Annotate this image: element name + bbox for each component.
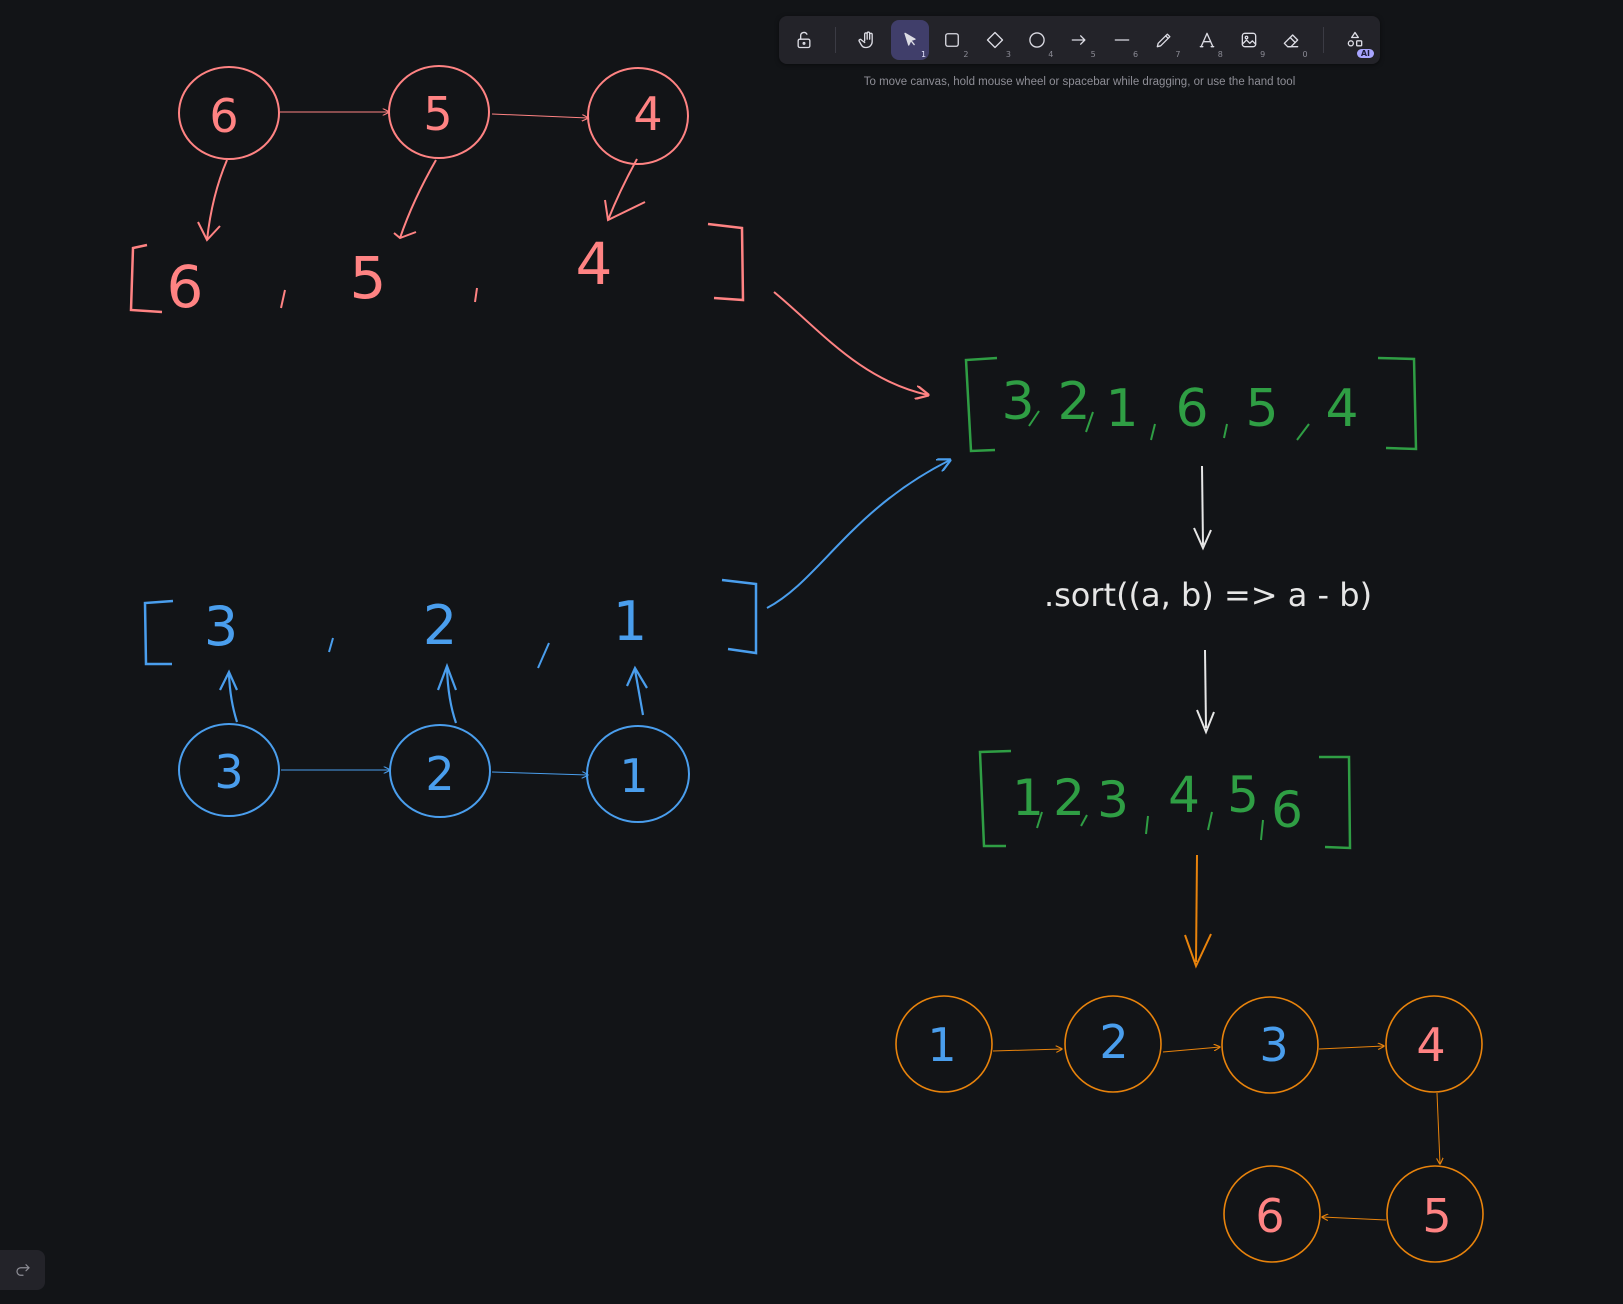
tool-shortcut-key: 9 xyxy=(1260,50,1266,59)
tool-shortcut-key: 6 xyxy=(1132,50,1139,59)
arrow-tool-button[interactable]: 5 xyxy=(1060,20,1098,60)
text-icon xyxy=(1199,32,1214,48)
tool-shortcut-key: 5 xyxy=(1090,50,1096,59)
result-node-value: 6 xyxy=(1255,1189,1284,1243)
eraser-tool-button[interactable]: 0 xyxy=(1272,20,1310,60)
blue-array-right-bracket[interactable] xyxy=(721,578,758,655)
tool-shortcut-key: 4 xyxy=(1048,50,1054,59)
sort-down-arrow[interactable] xyxy=(1201,465,1204,546)
line-icon xyxy=(1114,39,1130,41)
blue-array-value: 1 xyxy=(613,590,647,653)
sorted-array-value: 4 xyxy=(1168,766,1200,824)
merged-array-value: 6 xyxy=(1175,379,1208,439)
to-list-arrow[interactable] xyxy=(1195,854,1198,963)
blue-merge-arrow[interactable] xyxy=(766,460,950,609)
sorted-array-left-bracket[interactable] xyxy=(978,749,1012,848)
canvas-hint: To move canvas, hold mouse wheel or spac… xyxy=(863,76,1296,88)
toolbar-separator xyxy=(1322,27,1324,53)
eraser-icon xyxy=(1284,34,1299,48)
lock-tool-button[interactable] xyxy=(785,20,823,60)
sort-call-text: .sort((a, b) => a - b) xyxy=(1044,576,1372,614)
blue-array-left-bracket[interactable] xyxy=(143,599,174,666)
result-node-value: 1 xyxy=(927,1018,956,1072)
sorted-array-value: 2 xyxy=(1053,769,1085,827)
rectangle-icon xyxy=(945,33,960,47)
result-link-arrow[interactable] xyxy=(1322,1217,1387,1220)
sorted-array-values: 1 2 3 4 5 6 xyxy=(1012,766,1303,839)
result-link-arrow[interactable] xyxy=(1162,1047,1220,1053)
tool-shortcut-key: 7 xyxy=(1175,50,1181,59)
blue-node-value: 3 xyxy=(214,745,243,799)
blue-array-value: 3 xyxy=(204,595,238,658)
tool-shortcut-key: 0 xyxy=(1302,50,1308,59)
tool-shortcut-key: 1 xyxy=(921,50,927,59)
tool-shortcut-key: 2 xyxy=(963,50,969,59)
merged-array-left-bracket[interactable] xyxy=(964,356,998,453)
red-node-value: 5 xyxy=(423,87,452,141)
merged-array-value: 5 xyxy=(1245,379,1278,439)
result-node-value: 2 xyxy=(1099,1015,1128,1069)
ellipse-tool-button[interactable]: 4 xyxy=(1018,20,1056,60)
result-link-arrow[interactable] xyxy=(992,1049,1062,1051)
sorted-array-value: 5 xyxy=(1227,766,1259,824)
toolbar-separator xyxy=(835,27,837,53)
red-array-right-bracket[interactable] xyxy=(707,222,745,302)
red-array-left-bracket[interactable] xyxy=(129,243,163,314)
red-down-arrow[interactable] xyxy=(399,159,437,239)
result-node-value: 3 xyxy=(1259,1018,1288,1072)
sorted-array-right-bracket[interactable] xyxy=(1319,755,1352,850)
ellipse-icon xyxy=(1029,32,1045,48)
lock-icon xyxy=(797,31,811,49)
pencil-icon xyxy=(1156,33,1171,48)
blue-node-value: 1 xyxy=(619,749,648,803)
line-tool-button[interactable]: 6 xyxy=(1103,20,1141,60)
red-array-value: 4 xyxy=(576,230,613,298)
pencil-tool-button[interactable]: 7 xyxy=(1145,20,1183,60)
tool-shortcut-key: 3 xyxy=(1005,50,1011,59)
red-link-arrow[interactable] xyxy=(491,113,588,118)
result-node-value: 5 xyxy=(1422,1189,1451,1243)
merged-array-value: 2 xyxy=(1057,372,1090,432)
red-node-value: 4 xyxy=(633,87,662,141)
blue-array-value: 2 xyxy=(423,594,457,657)
merged-array-value: 3 xyxy=(1001,372,1034,432)
sorted-array-value: 6 xyxy=(1271,781,1303,839)
rectangle-tool-button[interactable]: 2 xyxy=(933,20,971,60)
blue-link-arrow[interactable] xyxy=(491,772,588,775)
diamond-icon xyxy=(986,31,1003,49)
result-linked-list[interactable] xyxy=(895,854,1484,1263)
selection-icon xyxy=(904,32,916,46)
hand-icon xyxy=(857,31,873,49)
selection-tool-button[interactable]: 1 xyxy=(890,20,930,60)
merged-array-value: 1 xyxy=(1105,379,1138,439)
image-tool-button[interactable]: 9 xyxy=(1230,20,1268,60)
sort-down-arrow[interactable] xyxy=(1204,649,1207,729)
red-array-value: 6 xyxy=(167,253,204,321)
red-merge-arrow[interactable] xyxy=(773,291,928,395)
tool-shortcut-key: 8 xyxy=(1217,50,1223,59)
sorted-array-value: 3 xyxy=(1097,771,1129,829)
shapes-library-icon xyxy=(1347,31,1363,47)
redo-icon xyxy=(15,1264,30,1276)
result-link-arrow[interactable] xyxy=(1437,1092,1440,1164)
redo-button[interactable] xyxy=(0,1250,45,1290)
red-node-value: 6 xyxy=(209,89,238,143)
result-node-value: 4 xyxy=(1416,1018,1445,1072)
image-icon xyxy=(1241,32,1257,48)
arrow-icon xyxy=(1072,35,1086,45)
hand-tool-button[interactable] xyxy=(848,20,886,60)
result-link-arrow[interactable] xyxy=(1318,1046,1384,1049)
diamond-tool-button[interactable]: 3 xyxy=(976,20,1014,60)
merged-array-right-bracket[interactable] xyxy=(1377,356,1418,451)
merged-array-value: 4 xyxy=(1325,379,1358,439)
toolbar: 1 2 3 4 5 6 7 8 9 0 AI xyxy=(779,16,1380,64)
red-down-arrow[interactable] xyxy=(607,158,638,221)
red-array-value: 5 xyxy=(350,244,387,312)
blue-node-value: 2 xyxy=(425,747,454,801)
red-array[interactable] xyxy=(129,222,745,314)
shapes-library-button[interactable]: AI xyxy=(1336,20,1374,60)
text-tool-button[interactable]: 8 xyxy=(1187,20,1225,60)
drawing-canvas[interactable]: 6 5 4 6 5 4 3 2 1 3 2 1 3 2 1 6 5 4 .sor… xyxy=(0,0,1623,1304)
ai-badge: AI xyxy=(1356,49,1374,58)
